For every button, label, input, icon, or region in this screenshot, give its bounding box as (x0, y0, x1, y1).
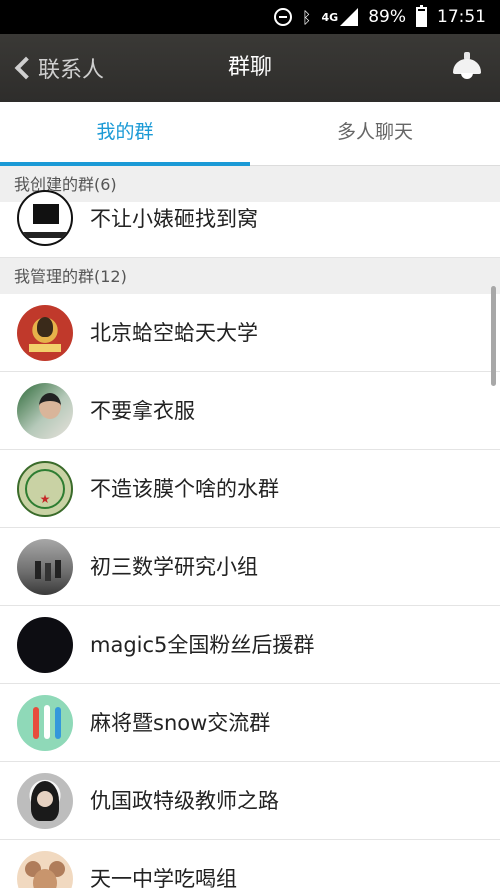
group-avatar (17, 851, 73, 888)
group-avatar (17, 773, 73, 829)
clock: 17:51 (437, 7, 486, 27)
group-avatar (17, 383, 73, 439)
group-avatar (17, 617, 73, 673)
lamp-shade (453, 59, 481, 74)
bluetooth-icon: ᛒ (301, 7, 312, 27)
avatar-art (55, 707, 61, 739)
list-item[interactable]: 初三数学研究小组 (0, 528, 500, 606)
avatar-art (37, 791, 53, 807)
do-not-disturb-icon (273, 8, 292, 26)
avatar-art (39, 393, 61, 419)
group-name: 不造该膜个啥的水群 (90, 477, 279, 501)
list-item[interactable]: 天一中学吃喝组 (0, 840, 500, 888)
avatar-art (35, 561, 41, 579)
tab-my-groups[interactable]: 我的群 (0, 102, 250, 166)
lamp-bulb (461, 73, 473, 79)
signal-icon (340, 8, 359, 26)
network-type: 4G (321, 10, 339, 24)
list-item[interactable]: ★ 不造该膜个啥的水群 (0, 450, 500, 528)
page-title: 群聊 (227, 55, 272, 80)
list-item[interactable]: 麻将暨snow交流群 (0, 684, 500, 762)
group-name: magic5全国粉丝后援群 (90, 633, 315, 657)
list-item[interactable]: 北京蛤空蛤天大学 (0, 294, 500, 372)
section-header-managed: 我管理的群(12) (0, 258, 500, 294)
group-name: 仇国政特级教师之路 (90, 789, 279, 813)
group-list[interactable]: 我创建的群(6) 不让小婊砸找到窝 我管理的群(12) 北京蛤空蛤天大学 不要拿… (0, 166, 500, 888)
avatar-art (33, 204, 59, 224)
battery-icon (416, 5, 427, 27)
group-name: 不让小婊砸找到窝 (90, 207, 258, 231)
group-name: 北京蛤空蛤天大学 (90, 321, 258, 345)
group-name: 天一中学吃喝组 (90, 867, 237, 888)
lamp-button[interactable] (450, 48, 484, 88)
tab-bar: 我的群 多人聊天 (0, 102, 500, 166)
signal-group: 4G (322, 8, 359, 26)
list-item[interactable]: 仇国政特级教师之路 (0, 762, 500, 840)
tab-multi-chat[interactable]: 多人聊天 (250, 102, 500, 165)
avatar-art (23, 232, 67, 238)
group-name: 初三数学研究小组 (90, 555, 258, 579)
group-avatar (17, 539, 73, 595)
avatar-art (44, 705, 50, 739)
group-avatar: ★ (17, 461, 73, 517)
list-item[interactable]: magic5全国粉丝后援群 (0, 606, 500, 684)
avatar-art (37, 317, 53, 337)
avatar-art (29, 344, 61, 352)
group-avatar (17, 305, 73, 361)
list-item[interactable]: 不要拿衣服 (0, 372, 500, 450)
group-name: 麻将暨snow交流群 (90, 711, 271, 735)
avatar-art (33, 707, 39, 739)
status-bar: ᛒ 4G 89% 17:51 (0, 0, 500, 34)
scrollbar[interactable] (491, 286, 496, 386)
star-icon: ★ (39, 492, 51, 506)
group-avatar (17, 695, 73, 751)
list-item[interactable]: 不让小婊砸找到窝 (0, 190, 500, 258)
group-name: 不要拿衣服 (90, 399, 195, 423)
battery-percent: 89% (368, 7, 406, 27)
title-bar: 联系人 群聊 (0, 34, 500, 102)
section-header-created: 我创建的群(6) (0, 166, 500, 202)
group-avatar (17, 190, 73, 246)
